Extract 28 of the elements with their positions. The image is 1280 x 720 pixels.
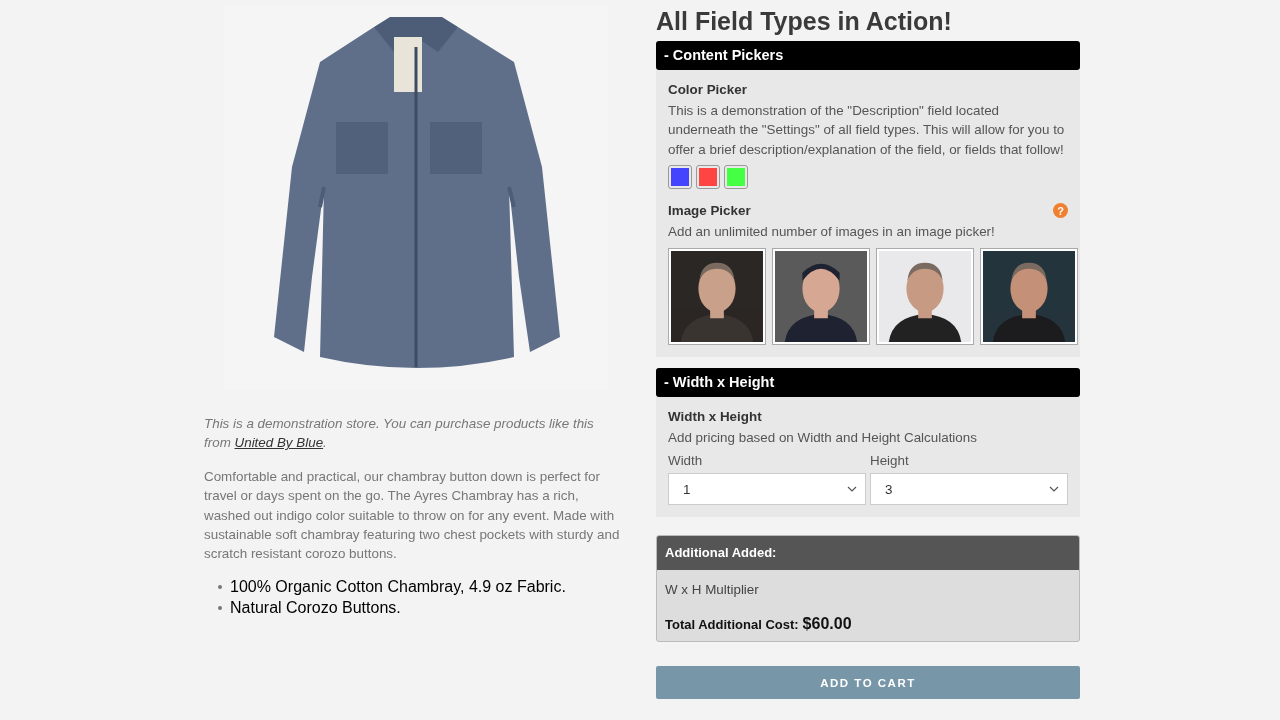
store-note: This is a demonstration store. You can purchase products like this from United By Blue. <box>204 415 595 453</box>
feature-item: Natural Corozo Buttons. <box>230 598 401 617</box>
section-header[interactable]: - Content Pickers <box>656 41 1080 70</box>
field-label: Width x Height <box>668 408 762 424</box>
page-title: All Field Types in Action! <box>656 6 953 37</box>
summary-header: Additional Added: <box>657 536 1079 571</box>
summary-line: W x H Multiplier <box>664 581 760 598</box>
total-label: Total Additional Cost: <box>665 617 799 633</box>
bullet-icon <box>218 605 222 610</box>
product-description: Comfortable and practical, our chambray button down is perfect for travel or days spent on the go. The Ayres Chambray has a rich, washed out indigo color suitable to throw on for any event. Made with sustainable soft chambray featuring two chest pockets with sturdy and scratch resistant corozo buttons. <box>204 467 620 564</box>
field-label: Image Picker <box>668 203 751 219</box>
feature-item: 100% Organic Cotton Chambray, 4.9 oz Fabric. <box>230 577 566 596</box>
select-label: Height <box>870 453 910 469</box>
color-swatch[interactable] <box>697 166 719 189</box>
select-field[interactable]: 1 <box>668 473 866 506</box>
total-value: $60.00 <box>802 615 852 634</box>
color-swatch[interactable] <box>669 166 691 189</box>
field-description: This is a demonstration of the "Description" field located underneath the "Settings" of all field types. This will allow for you to offer a brief description/explanation of the field, or fields that follow! <box>668 102 1066 159</box>
chevron-down-icon <box>847 486 857 493</box>
chevron-down-icon <box>1049 486 1059 493</box>
color-swatch[interactable] <box>725 166 747 189</box>
field-label: Color Picker <box>668 82 747 97</box>
section-header[interactable]: - Width x Height <box>656 367 1080 397</box>
bullet-icon <box>218 584 222 589</box>
field-description: Add an unlimited number of images in an image picker! <box>668 223 996 242</box>
field-description: Add pricing based on Width and Height Calculations <box>668 428 978 447</box>
select-field[interactable]: 3 <box>870 473 1068 506</box>
select-label: Width <box>668 453 704 469</box>
